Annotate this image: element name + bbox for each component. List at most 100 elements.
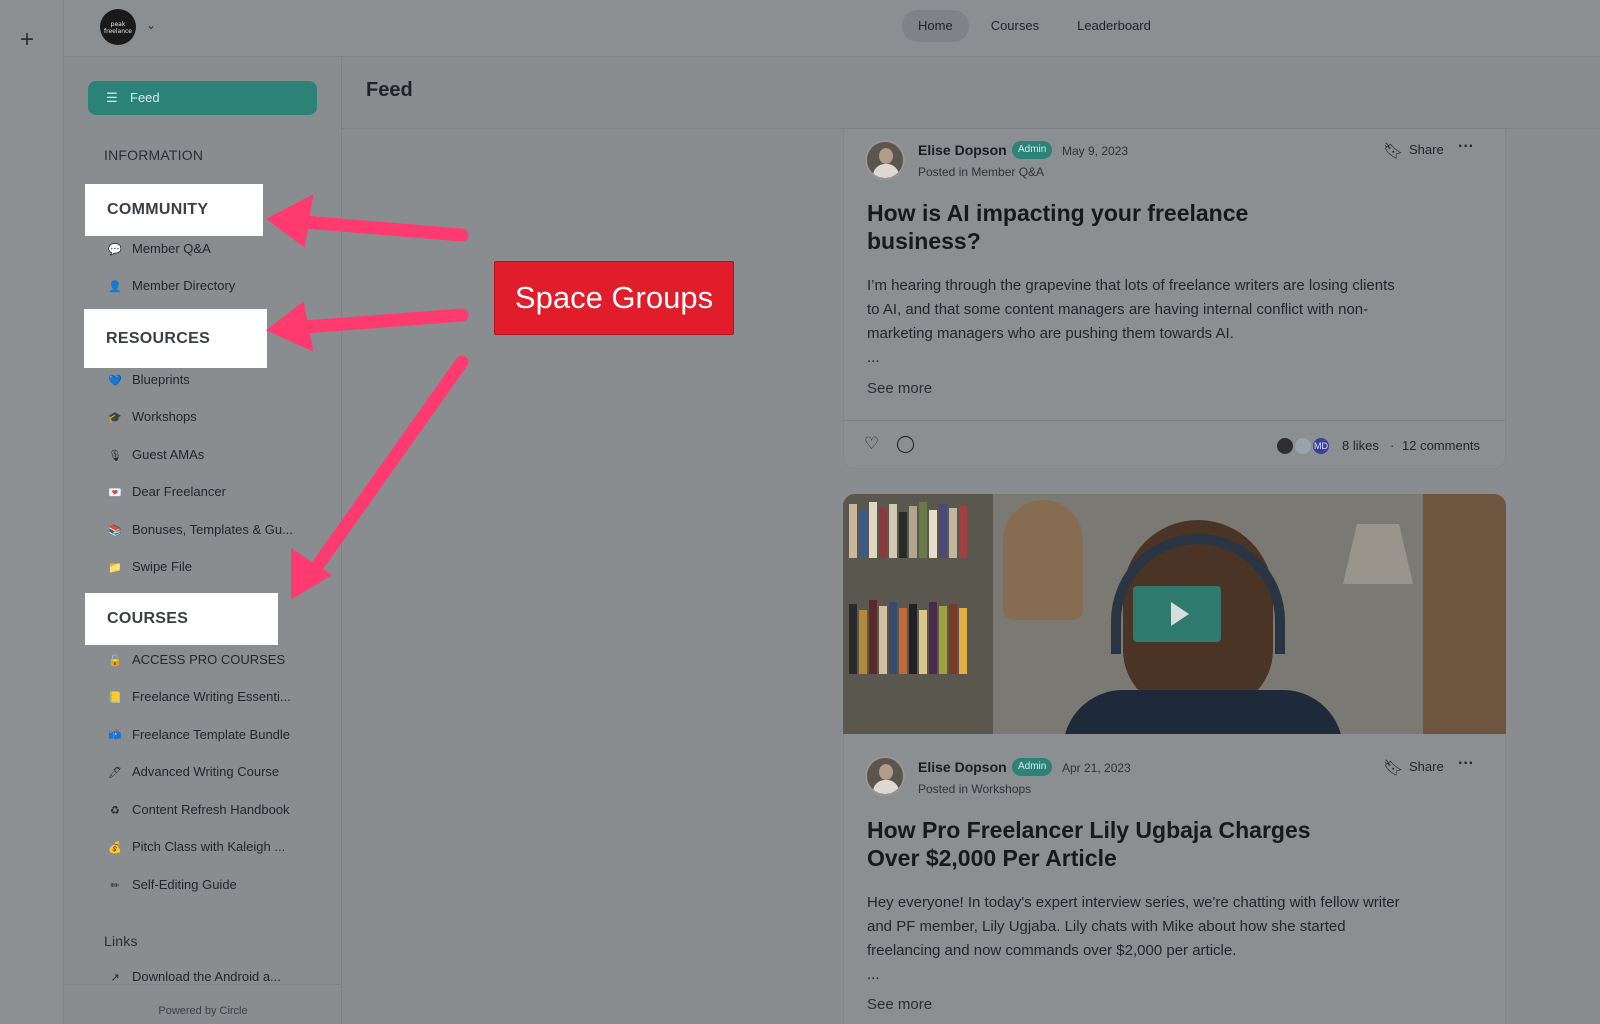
- folder-icon: 📁: [108, 561, 122, 574]
- video-thumbnail[interactable]: [843, 494, 1506, 734]
- sidebar-item-writing-essentials[interactable]: 📒 Freelance Writing Essenti...: [106, 687, 291, 707]
- post-date[interactable]: May 9, 2023: [1062, 144, 1128, 158]
- avatar[interactable]: [865, 756, 905, 796]
- grad-cap-icon: 🎓: [108, 411, 122, 424]
- space-groups-callout: Space Groups: [494, 261, 734, 335]
- mailbox-icon: 📫: [108, 729, 122, 742]
- post-body-line: and PF member, Lily Ugjaba. Lily chats w…: [867, 918, 1346, 935]
- post-body-line: ...: [867, 966, 880, 983]
- sidebar-item-label: Guest AMAs: [132, 447, 205, 462]
- sidebar-item-member-directory[interactable]: 👤 Member Directory: [106, 276, 235, 296]
- comments-count[interactable]: 12 comments: [1402, 438, 1480, 453]
- powered-by[interactable]: Powered by Circle: [64, 984, 342, 1024]
- chevron-down-icon[interactable]: ⌄: [146, 18, 156, 32]
- avatar[interactable]: [1294, 437, 1312, 455]
- group-courses[interactable]: COURSES: [85, 593, 278, 645]
- comment-icon[interactable]: ◯: [896, 434, 915, 454]
- share-button[interactable]: Share: [1409, 759, 1444, 774]
- tab-leaderboard[interactable]: Leaderboard: [1061, 10, 1167, 42]
- sidebar-item-self-editing[interactable]: ✏ Self-Editing Guide: [106, 875, 237, 895]
- share-button[interactable]: Share: [1409, 142, 1444, 157]
- post-body-line: freelancing and now commands over $2,000…: [867, 942, 1237, 959]
- posted-in[interactable]: Posted in Member Q&A: [918, 165, 1044, 179]
- post-body: I’m hearing through the grapevine that l…: [867, 274, 1395, 370]
- see-more-link[interactable]: See more: [867, 380, 932, 397]
- sidebar-item-template-bundle[interactable]: 📫 Freelance Template Bundle: [106, 725, 290, 745]
- post-body-line: Hey everyone! In today's expert intervie…: [867, 894, 1400, 911]
- sidebar-item-access-pro[interactable]: 🔓 ACCESS PRO COURSES: [106, 650, 285, 670]
- person-icon: 👤: [108, 280, 122, 293]
- money-bag-icon: 💰: [108, 841, 122, 854]
- sidebar: ☰ Feed INFORMATION COMMUNITY 💬 Member Q&A…: [64, 57, 342, 1024]
- feed-button[interactable]: ☰ Feed: [88, 81, 317, 115]
- avatar[interactable]: MD: [1312, 437, 1330, 455]
- sidebar-item-label: Freelance Template Bundle: [132, 727, 291, 742]
- avatar[interactable]: [865, 140, 905, 180]
- sidebar-item-swipe-file[interactable]: 📁 Swipe File: [106, 557, 192, 577]
- community-logo[interactable]: peak freelance: [100, 9, 136, 45]
- section-information[interactable]: INFORMATION: [104, 147, 203, 163]
- see-more-link[interactable]: See more: [867, 996, 932, 1013]
- bookmark-icon[interactable]: 🔖︎: [1383, 758, 1403, 778]
- stats-separator: ·: [1390, 438, 1395, 453]
- play-button[interactable]: [1133, 586, 1221, 642]
- avatar[interactable]: [1276, 437, 1294, 455]
- post-author[interactable]: Elise Dopson: [918, 759, 1007, 775]
- sidebar-item-label: Swipe File: [132, 559, 192, 574]
- post-author[interactable]: Elise Dopson: [918, 142, 1007, 158]
- sidebar-item-label: Workshops: [132, 409, 197, 424]
- posted-in[interactable]: Posted in Workshops: [918, 782, 1031, 796]
- admin-badge: Admin: [1012, 758, 1053, 776]
- sidebar-item-label: Content Refresh Handbook: [132, 802, 290, 817]
- post-date[interactable]: Apr 21, 2023: [1062, 761, 1131, 775]
- bookshelf: [843, 494, 993, 734]
- pencil-icon: ✏: [110, 879, 120, 892]
- likes-count[interactable]: 8 likes: [1342, 438, 1379, 453]
- mic-icon: 🎙: [108, 449, 122, 462]
- top-bar: peak freelance ⌄ Home Courses Leaderboar…: [64, 0, 1600, 57]
- sidebar-item-advanced-writing[interactable]: 🖊 Advanced Writing Course: [106, 762, 279, 782]
- heart-icon[interactable]: ♡: [864, 434, 879, 454]
- sidebar-item-label: Bonuses, Templates & Gu...: [132, 522, 293, 537]
- tab-home[interactable]: Home: [902, 10, 969, 42]
- sidebar-item-label: Member Q&A: [132, 241, 211, 256]
- sidebar-item-workshops[interactable]: 🎓 Workshops: [106, 407, 197, 427]
- tab-courses[interactable]: Courses: [975, 10, 1055, 42]
- love-letter-icon: 💌: [108, 486, 122, 499]
- sidebar-item-label: Blueprints: [132, 372, 190, 387]
- sidebar-item-dear-freelancer[interactable]: 💌 Dear Freelancer: [106, 482, 226, 502]
- sidebar-item-label: Dear Freelancer: [132, 484, 226, 499]
- more-options-icon[interactable]: ···: [1458, 755, 1474, 773]
- books-icon: 📚: [108, 524, 122, 537]
- sidebar-item-pitch-class[interactable]: 💰 Pitch Class with Kaleigh ...: [106, 837, 285, 857]
- bookmark-icon[interactable]: 🔖︎: [1383, 141, 1403, 161]
- sidebar-item-label: Freelance Writing Essenti...: [132, 689, 291, 704]
- post-title[interactable]: How is AI impacting your freelance busin…: [867, 199, 1248, 255]
- page-title: Feed: [366, 79, 413, 101]
- group-community[interactable]: COMMUNITY: [85, 184, 263, 236]
- recycle-icon: ♻: [110, 804, 120, 817]
- main-header: Feed: [342, 57, 1600, 129]
- sidebar-item-guest-amas[interactable]: 🎙 Guest AMAs: [106, 445, 204, 465]
- post-title-line: How is AI impacting your freelance: [867, 200, 1249, 226]
- sidebar-item-member-qa[interactable]: 💬 Member Q&A: [106, 239, 211, 259]
- heart-icon: 💙: [108, 374, 122, 387]
- sidebar-item-blueprints[interactable]: 💙 Blueprints: [106, 370, 190, 390]
- post-body-line: I’m hearing through the grapevine that l…: [867, 277, 1395, 294]
- sidebar-item-content-refresh[interactable]: ♻ Content Refresh Handbook: [106, 800, 290, 820]
- lock-icon: 🔓: [108, 654, 122, 667]
- divider: [843, 420, 1506, 421]
- sidebar-item-label: ACCESS PRO COURSES: [132, 652, 286, 667]
- group-resources[interactable]: RESOURCES: [84, 309, 267, 368]
- add-community-icon[interactable]: +: [20, 28, 34, 52]
- more-options-icon[interactable]: ···: [1458, 138, 1474, 156]
- top-nav: Home Courses Leaderboard: [902, 10, 1167, 42]
- sidebar-item-label: Download the Android a...: [132, 969, 281, 984]
- post-title[interactable]: How Pro Freelancer Lily Ugbaja Charges O…: [867, 816, 1311, 872]
- sidebar-item-bonuses[interactable]: 📚 Bonuses, Templates & Gu...: [106, 520, 293, 540]
- pen-icon: 🖊: [108, 766, 122, 779]
- sidebar-item-label: Self-Editing Guide: [132, 877, 237, 892]
- section-links[interactable]: Links: [104, 933, 138, 949]
- admin-badge: Admin: [1012, 141, 1053, 159]
- post-body-line: marketing managers who are pushing them …: [867, 325, 1234, 342]
